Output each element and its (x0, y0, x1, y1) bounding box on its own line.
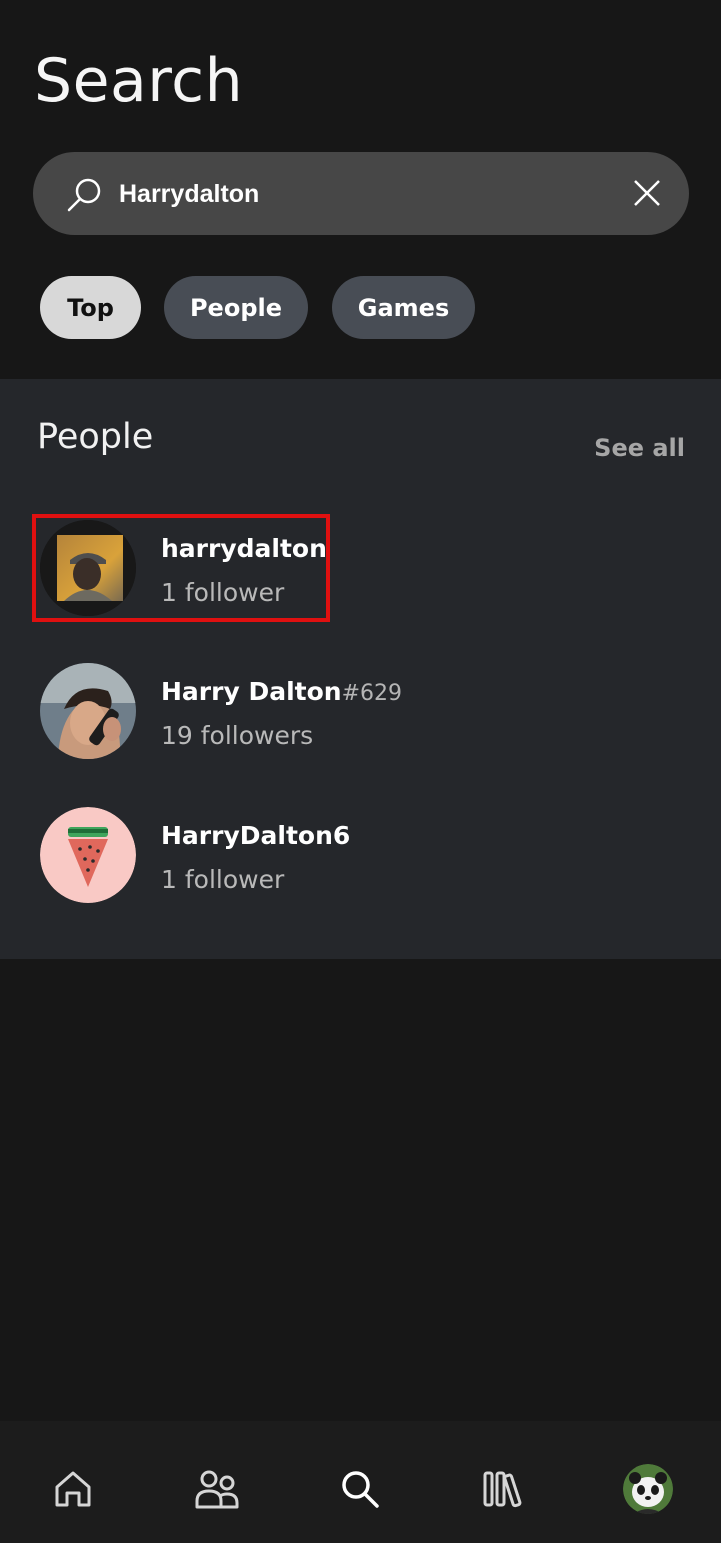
nav-social[interactable] (187, 1459, 247, 1519)
person-name-text: HarryDalton6 (161, 821, 351, 850)
filter-chips: Top People Games (0, 276, 721, 339)
person-result-harry-dalton[interactable]: Harry Dalton#629 19 followers (36, 663, 676, 773)
nav-search[interactable] (330, 1459, 390, 1519)
section-title: People (37, 417, 154, 457)
clear-search-button[interactable] (620, 166, 674, 220)
filter-chip-people[interactable]: People (164, 276, 308, 339)
watermelon-avatar (40, 807, 136, 903)
man-on-phone-avatar (40, 663, 136, 759)
person-tag: #629 (341, 681, 403, 706)
person-result-harrydalton6[interactable]: HarryDalton6 1 follower (36, 807, 676, 917)
person-name: HarryDalton6 (161, 821, 350, 850)
nav-profile[interactable] (618, 1459, 678, 1519)
person-followers: 1 follower (161, 865, 285, 894)
close-icon (634, 180, 660, 206)
person-name-text: harrydalton (161, 534, 327, 563)
see-all-link[interactable]: See all (594, 434, 685, 462)
social-icon (195, 1470, 239, 1509)
people-section: People See all harrydalton 1 follower Ha… (0, 379, 721, 959)
search-icon (342, 1471, 379, 1508)
person-name: harrydalton (161, 534, 327, 563)
filter-chip-games[interactable]: Games (332, 276, 475, 339)
search-bar[interactable] (33, 152, 689, 235)
filter-chip-top[interactable]: Top (40, 276, 141, 339)
person-name-text: Harry Dalton (161, 677, 342, 706)
bottom-nav (0, 1421, 721, 1543)
player-photo-avatar (40, 520, 136, 616)
profile-avatar (623, 1464, 673, 1514)
person-result-harrydalton[interactable]: harrydalton 1 follower (36, 520, 676, 630)
home-icon (55, 1471, 91, 1507)
person-name: Harry Dalton#629 (161, 677, 402, 706)
page-title: Search (34, 46, 244, 116)
person-followers: 1 follower (161, 578, 285, 607)
library-icon (483, 1471, 522, 1508)
search-input[interactable] (119, 176, 589, 212)
nav-library[interactable] (474, 1459, 534, 1519)
search-icon (67, 178, 101, 212)
nav-home[interactable] (43, 1459, 103, 1519)
person-followers: 19 followers (161, 721, 314, 750)
